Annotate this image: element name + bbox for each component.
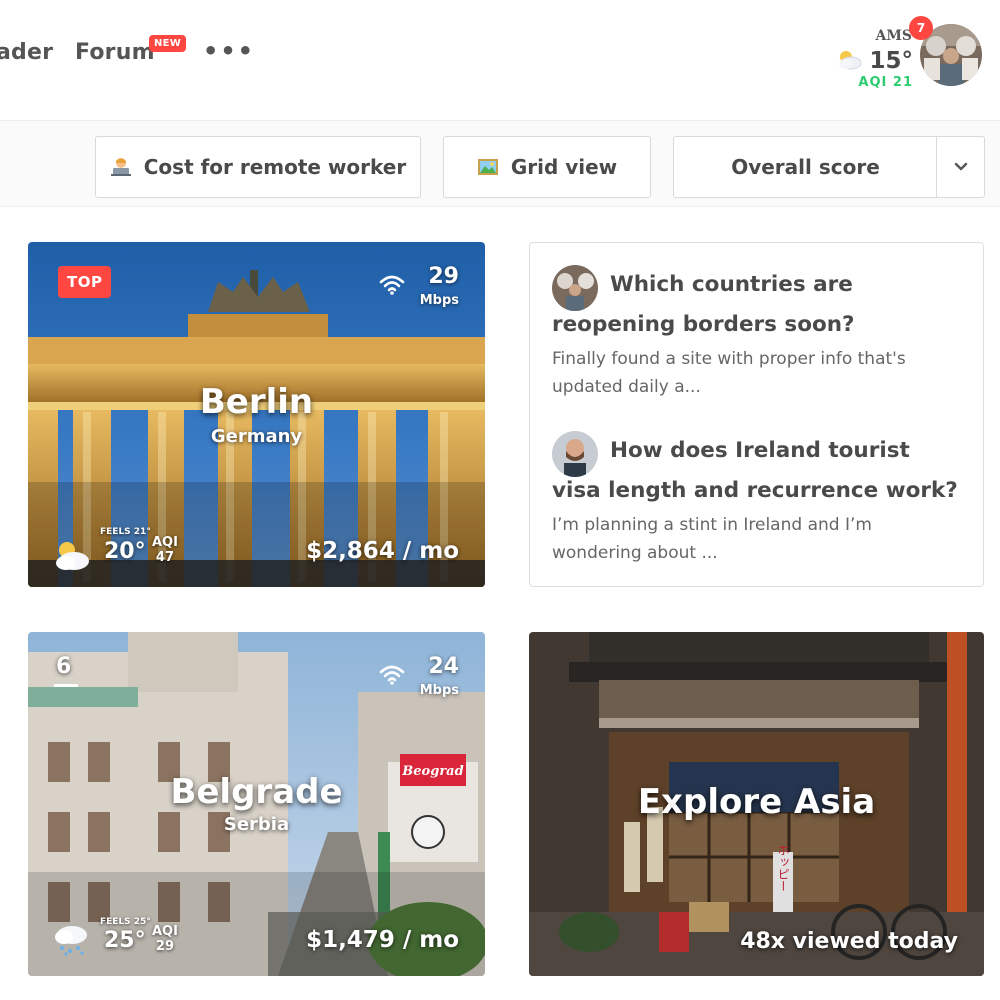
framed-picture-emoji-icon — [477, 159, 498, 175]
city-name: Belgrade — [170, 772, 343, 812]
feels-like: FEELS 25° — [100, 917, 151, 927]
explore-asia-title: Explore Asia — [637, 782, 876, 822]
header-weather-widget[interactable]: AMS 15° AQI 21 — [835, 22, 915, 92]
aqi-value: 47 — [155, 550, 175, 565]
city-name: Berlin — [199, 382, 314, 422]
city-card-berlin[interactable]: TOP 29 Mbps Berlin Germany FEELS 21° 20°… — [28, 242, 485, 587]
forum-new-badge: NEW — [149, 35, 187, 52]
city-country: Serbia — [223, 814, 290, 835]
grid-view-button[interactable]: Grid view — [443, 136, 651, 198]
city-rank: 6 — [56, 654, 72, 679]
cost-for-remote-worker-button[interactable]: Cost for remote worker — [95, 136, 421, 198]
forum-post[interactable]: How does Ireland tourist visa length and… — [552, 431, 962, 567]
wifi-speed-unit: Mbps — [419, 683, 459, 698]
cost-for-remote-worker-label: Cost for remote worker — [143, 155, 407, 179]
city-country: Germany — [210, 426, 303, 447]
view-count: 48x viewed today — [740, 929, 958, 954]
more-menu-button[interactable]: ••• — [203, 37, 255, 65]
nav-link-leaderboard[interactable]: ader — [0, 40, 53, 65]
wifi-icon — [379, 275, 405, 295]
sort-select-value: Overall score — [731, 155, 880, 179]
rank-underline — [54, 684, 78, 687]
aqi-label: AQI — [152, 924, 178, 939]
forum-post-title: Which countries are reopening borders so… — [552, 272, 855, 337]
wifi-speed-value: 29 — [428, 264, 459, 289]
forum-post-excerpt: Finally found a site with proper info th… — [552, 349, 906, 397]
sort-select[interactable]: Overall score — [673, 136, 937, 198]
remote-worker-emoji-icon — [110, 158, 131, 176]
nav-link-forum[interactable]: Forum — [75, 40, 155, 65]
wifi-speed-value: 24 — [428, 654, 459, 679]
weather-city: AMS — [875, 28, 912, 44]
grid-view-label: Grid view — [510, 155, 618, 179]
wifi-speed: 24 Mbps — [379, 654, 459, 702]
sort-dropdown-toggle[interactable] — [936, 136, 985, 198]
avatar — [552, 431, 598, 477]
top-badge: TOP — [58, 266, 112, 298]
user-avatar-button[interactable]: 7 — [909, 16, 982, 86]
chevron-down-icon — [954, 162, 967, 171]
temperature: 20° — [104, 539, 146, 564]
weather-temperature: 15° — [869, 48, 913, 74]
air-quality: AQI 29 — [152, 924, 178, 954]
notification-count-badge: 7 — [909, 16, 933, 40]
wifi-icon — [379, 665, 405, 685]
monthly-cost: $1,479 / mo — [306, 927, 459, 953]
partly-cloudy-icon — [839, 51, 862, 70]
wifi-speed-unit: Mbps — [419, 293, 459, 308]
explore-asia-card[interactable]: ホッピー Explore Asia 48x viewed today — [529, 632, 984, 976]
aqi-value: 29 — [155, 939, 175, 954]
wifi-speed: 29 Mbps — [379, 264, 459, 312]
air-quality: AQI 47 — [152, 535, 178, 565]
forum-post-title: How does Ireland tourist visa length and… — [552, 438, 958, 503]
avatar — [552, 265, 598, 311]
aqi-label: AQI — [152, 535, 178, 550]
feels-like: FEELS 21° — [100, 527, 151, 537]
rain-cloud-icon — [55, 926, 87, 956]
partly-cloudy-icon — [56, 542, 89, 570]
temperature: 25° — [104, 928, 146, 953]
forum-posts-card: Which countries are reopening borders so… — [529, 242, 984, 587]
city-card-belgrade[interactable]: Beograd 6 24 Mbps Belgrade Serbia FEELS … — [28, 632, 485, 976]
top-navigation: ader Forum NEW ••• AMS 15° AQI 21 7 — [0, 0, 1000, 120]
forum-post-excerpt: I’m planning a stint in Ireland and I’m … — [552, 515, 872, 563]
forum-post[interactable]: Which countries are reopening borders so… — [552, 265, 962, 401]
monthly-cost: $2,864 / mo — [306, 538, 459, 564]
weather-aqi: AQI 21 — [858, 75, 913, 90]
